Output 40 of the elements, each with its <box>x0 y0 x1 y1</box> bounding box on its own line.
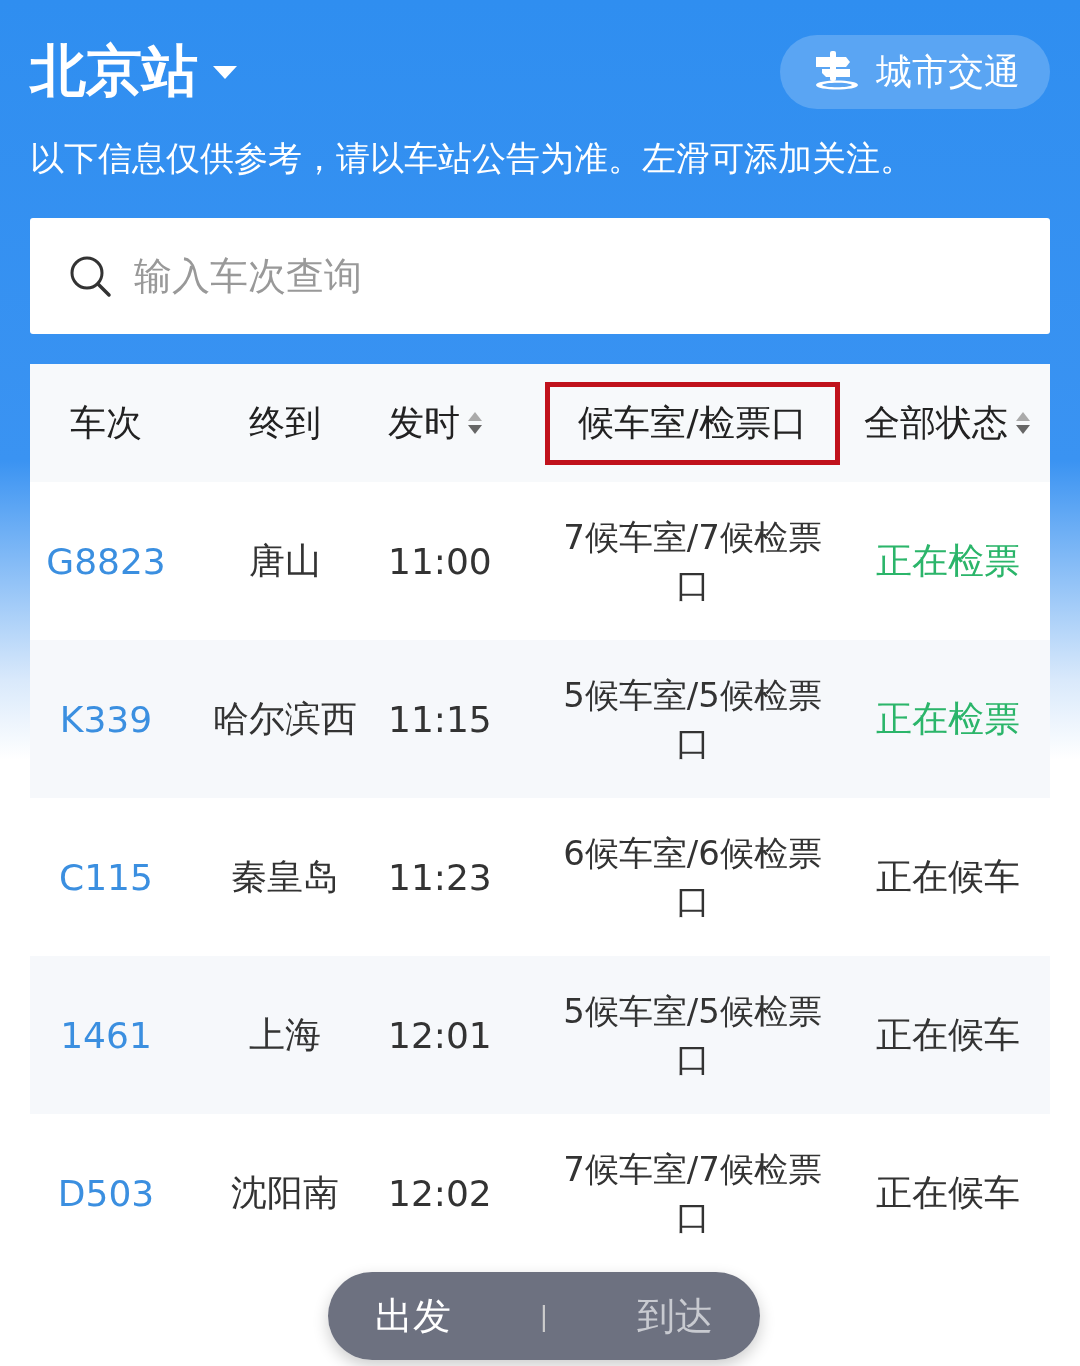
train-number[interactable]: G8823 <box>46 540 166 582</box>
search-icon <box>68 254 112 298</box>
separator: | <box>539 1301 549 1331</box>
status-text: 正在候车 <box>875 854 1020 899</box>
table-cell: 11:00 <box>388 540 492 582</box>
table-cell-text: 上海 <box>249 1012 321 1057</box>
column-header[interactable]: 全部状态 <box>863 384 1008 462</box>
station-title[interactable]: 北京站 <box>30 34 198 110</box>
table-cell-text: 沈阳南 <box>231 1170 339 1215</box>
train-number[interactable]: K339 <box>59 698 153 740</box>
column-header[interactable]: 候车室/检票口 <box>545 381 840 465</box>
column-header[interactable]: 车次 <box>70 384 142 462</box>
train-number[interactable]: D503 <box>57 1172 155 1214</box>
notice-text: 以下信息仅供参考，请以车站公告为准。左滑可添加关注。 <box>30 137 915 180</box>
table-cell-text: 秦皇岛 <box>231 854 339 899</box>
column-header[interactable]: 终到 <box>249 384 321 462</box>
train-number[interactable]: 1461 <box>60 1014 152 1056</box>
table-cell: 12:02 <box>388 1172 492 1214</box>
status-text: 正在检票 <box>875 538 1020 583</box>
toggle-option[interactable]: 到达 <box>630 1280 719 1352</box>
caret-icon[interactable] <box>212 64 238 80</box>
train-number[interactable]: C115 <box>59 856 153 898</box>
status-text: 正在候车 <box>875 1012 1020 1057</box>
status-text: 正在检票 <box>875 696 1020 741</box>
search-input[interactable]: 输入车次查询 <box>134 246 934 306</box>
toggle-option[interactable]: 出发 <box>369 1280 458 1352</box>
status-text: 正在候车 <box>875 1170 1020 1215</box>
table-cell-text: 5候车室/5候检票口 <box>562 674 823 765</box>
table-cell-text: 7候车室/7候检票口 <box>562 516 823 607</box>
table-cell: 12:01 <box>388 1014 492 1056</box>
column-header[interactable]: 发时 <box>388 384 460 462</box>
table-cell-text: 唐山 <box>249 538 321 583</box>
table-cell-text: 哈尔滨西 <box>213 696 357 741</box>
table-cell-text: 7候车室/7候检票口 <box>562 1148 823 1239</box>
city-transit-button[interactable]: 城市交通 <box>780 35 1050 109</box>
table-cell-text: 6候车室/6候检票口 <box>562 832 823 923</box>
search-field[interactable]: 输入车次查询 <box>30 218 1050 334</box>
table-cell: 11:15 <box>388 698 492 740</box>
table-cell-text: 5候车室/5候检票口 <box>562 990 823 1081</box>
table-cell: 11:23 <box>388 856 492 898</box>
